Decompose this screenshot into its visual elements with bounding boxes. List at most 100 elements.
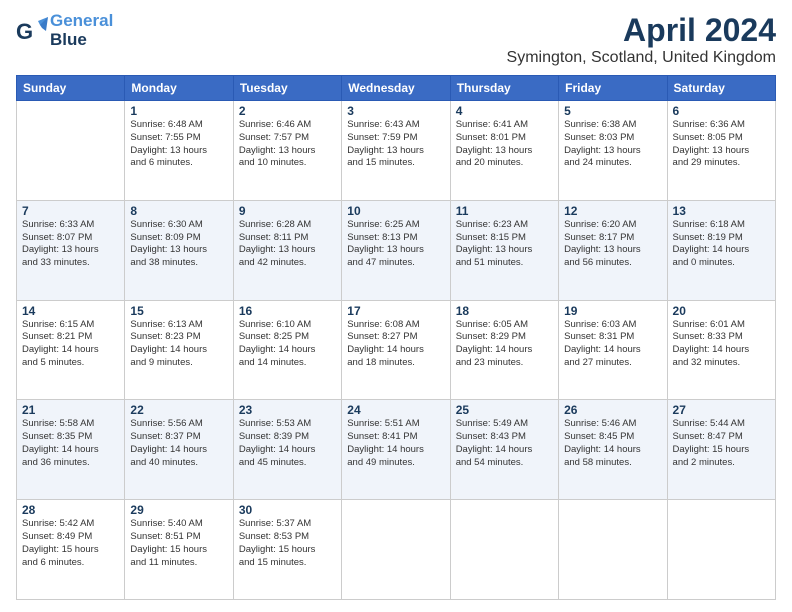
calendar-cell: 30Sunrise: 5:37 AMSunset: 8:53 PMDayligh… bbox=[233, 500, 341, 600]
day-detail: Sunrise: 5:46 AMSunset: 8:45 PMDaylight:… bbox=[564, 418, 661, 469]
calendar-cell bbox=[559, 500, 667, 600]
day-detail: Sunrise: 5:49 AMSunset: 8:43 PMDaylight:… bbox=[456, 418, 553, 469]
day-number: 2 bbox=[239, 104, 336, 118]
calendar-cell bbox=[450, 500, 558, 600]
main-title: April 2024 bbox=[507, 12, 776, 49]
day-detail: Sunrise: 6:01 AMSunset: 8:33 PMDaylight:… bbox=[673, 319, 770, 370]
day-number: 29 bbox=[130, 503, 227, 517]
svg-text:G: G bbox=[16, 19, 33, 44]
calendar-week-row: 28Sunrise: 5:42 AMSunset: 8:49 PMDayligh… bbox=[17, 500, 776, 600]
page: G General Blue April 2024 Symington, Sco… bbox=[0, 0, 792, 612]
calendar-cell: 23Sunrise: 5:53 AMSunset: 8:39 PMDayligh… bbox=[233, 400, 341, 500]
day-number: 1 bbox=[130, 104, 227, 118]
calendar-table: SundayMondayTuesdayWednesdayThursdayFrid… bbox=[16, 75, 776, 600]
day-detail: Sunrise: 6:36 AMSunset: 8:05 PMDaylight:… bbox=[673, 119, 770, 170]
day-header-thursday: Thursday bbox=[450, 76, 558, 101]
calendar-week-row: 21Sunrise: 5:58 AMSunset: 8:35 PMDayligh… bbox=[17, 400, 776, 500]
day-number: 11 bbox=[456, 204, 553, 218]
calendar-cell: 9Sunrise: 6:28 AMSunset: 8:11 PMDaylight… bbox=[233, 200, 341, 300]
calendar-cell: 2Sunrise: 6:46 AMSunset: 7:57 PMDaylight… bbox=[233, 101, 341, 201]
calendar-cell: 6Sunrise: 6:36 AMSunset: 8:05 PMDaylight… bbox=[667, 101, 775, 201]
day-number: 6 bbox=[673, 104, 770, 118]
day-number: 22 bbox=[130, 403, 227, 417]
day-detail: Sunrise: 6:03 AMSunset: 8:31 PMDaylight:… bbox=[564, 319, 661, 370]
calendar-cell: 5Sunrise: 6:38 AMSunset: 8:03 PMDaylight… bbox=[559, 101, 667, 201]
day-detail: Sunrise: 6:15 AMSunset: 8:21 PMDaylight:… bbox=[22, 319, 119, 370]
day-number: 7 bbox=[22, 204, 119, 218]
day-number: 12 bbox=[564, 204, 661, 218]
day-detail: Sunrise: 6:05 AMSunset: 8:29 PMDaylight:… bbox=[456, 319, 553, 370]
calendar-cell: 8Sunrise: 6:30 AMSunset: 8:09 PMDaylight… bbox=[125, 200, 233, 300]
day-number: 13 bbox=[673, 204, 770, 218]
day-number: 15 bbox=[130, 304, 227, 318]
calendar-cell: 15Sunrise: 6:13 AMSunset: 8:23 PMDayligh… bbox=[125, 300, 233, 400]
calendar-cell: 11Sunrise: 6:23 AMSunset: 8:15 PMDayligh… bbox=[450, 200, 558, 300]
logo: G General Blue bbox=[16, 12, 113, 49]
day-number: 19 bbox=[564, 304, 661, 318]
day-detail: Sunrise: 6:48 AMSunset: 7:55 PMDaylight:… bbox=[130, 119, 227, 170]
calendar-cell: 7Sunrise: 6:33 AMSunset: 8:07 PMDaylight… bbox=[17, 200, 125, 300]
calendar-cell bbox=[342, 500, 450, 600]
day-number: 17 bbox=[347, 304, 444, 318]
day-number: 30 bbox=[239, 503, 336, 517]
day-header-saturday: Saturday bbox=[667, 76, 775, 101]
calendar-week-row: 14Sunrise: 6:15 AMSunset: 8:21 PMDayligh… bbox=[17, 300, 776, 400]
day-detail: Sunrise: 6:25 AMSunset: 8:13 PMDaylight:… bbox=[347, 219, 444, 270]
day-number: 16 bbox=[239, 304, 336, 318]
day-detail: Sunrise: 6:18 AMSunset: 8:19 PMDaylight:… bbox=[673, 219, 770, 270]
day-detail: Sunrise: 6:30 AMSunset: 8:09 PMDaylight:… bbox=[130, 219, 227, 270]
day-header-tuesday: Tuesday bbox=[233, 76, 341, 101]
calendar-cell: 16Sunrise: 6:10 AMSunset: 8:25 PMDayligh… bbox=[233, 300, 341, 400]
day-header-friday: Friday bbox=[559, 76, 667, 101]
calendar-cell: 14Sunrise: 6:15 AMSunset: 8:21 PMDayligh… bbox=[17, 300, 125, 400]
logo-general: General bbox=[50, 12, 113, 31]
day-number: 9 bbox=[239, 204, 336, 218]
title-block: April 2024 Symington, Scotland, United K… bbox=[507, 12, 776, 67]
calendar-cell: 20Sunrise: 6:01 AMSunset: 8:33 PMDayligh… bbox=[667, 300, 775, 400]
day-detail: Sunrise: 6:23 AMSunset: 8:15 PMDaylight:… bbox=[456, 219, 553, 270]
calendar-cell: 21Sunrise: 5:58 AMSunset: 8:35 PMDayligh… bbox=[17, 400, 125, 500]
day-number: 27 bbox=[673, 403, 770, 417]
day-detail: Sunrise: 6:41 AMSunset: 8:01 PMDaylight:… bbox=[456, 119, 553, 170]
logo-blue: Blue bbox=[50, 31, 113, 50]
day-header-monday: Monday bbox=[125, 76, 233, 101]
day-number: 8 bbox=[130, 204, 227, 218]
calendar-cell bbox=[667, 500, 775, 600]
day-detail: Sunrise: 5:56 AMSunset: 8:37 PMDaylight:… bbox=[130, 418, 227, 469]
day-number: 14 bbox=[22, 304, 119, 318]
day-number: 26 bbox=[564, 403, 661, 417]
day-detail: Sunrise: 6:46 AMSunset: 7:57 PMDaylight:… bbox=[239, 119, 336, 170]
day-detail: Sunrise: 5:40 AMSunset: 8:51 PMDaylight:… bbox=[130, 518, 227, 569]
day-header-wednesday: Wednesday bbox=[342, 76, 450, 101]
calendar-cell: 22Sunrise: 5:56 AMSunset: 8:37 PMDayligh… bbox=[125, 400, 233, 500]
day-detail: Sunrise: 5:44 AMSunset: 8:47 PMDaylight:… bbox=[673, 418, 770, 469]
calendar-cell: 13Sunrise: 6:18 AMSunset: 8:19 PMDayligh… bbox=[667, 200, 775, 300]
day-detail: Sunrise: 5:37 AMSunset: 8:53 PMDaylight:… bbox=[239, 518, 336, 569]
day-number: 18 bbox=[456, 304, 553, 318]
day-header-sunday: Sunday bbox=[17, 76, 125, 101]
calendar-cell: 26Sunrise: 5:46 AMSunset: 8:45 PMDayligh… bbox=[559, 400, 667, 500]
day-detail: Sunrise: 6:33 AMSunset: 8:07 PMDaylight:… bbox=[22, 219, 119, 270]
calendar-cell: 10Sunrise: 6:25 AMSunset: 8:13 PMDayligh… bbox=[342, 200, 450, 300]
day-number: 10 bbox=[347, 204, 444, 218]
day-number: 25 bbox=[456, 403, 553, 417]
calendar-cell: 25Sunrise: 5:49 AMSunset: 8:43 PMDayligh… bbox=[450, 400, 558, 500]
subtitle: Symington, Scotland, United Kingdom bbox=[507, 49, 776, 67]
day-number: 21 bbox=[22, 403, 119, 417]
calendar-cell: 17Sunrise: 6:08 AMSunset: 8:27 PMDayligh… bbox=[342, 300, 450, 400]
day-number: 3 bbox=[347, 104, 444, 118]
day-detail: Sunrise: 6:28 AMSunset: 8:11 PMDaylight:… bbox=[239, 219, 336, 270]
calendar-cell: 3Sunrise: 6:43 AMSunset: 7:59 PMDaylight… bbox=[342, 101, 450, 201]
day-number: 24 bbox=[347, 403, 444, 417]
day-number: 20 bbox=[673, 304, 770, 318]
day-detail: Sunrise: 5:42 AMSunset: 8:49 PMDaylight:… bbox=[22, 518, 119, 569]
calendar-cell bbox=[17, 101, 125, 201]
calendar-cell: 28Sunrise: 5:42 AMSunset: 8:49 PMDayligh… bbox=[17, 500, 125, 600]
calendar-cell: 29Sunrise: 5:40 AMSunset: 8:51 PMDayligh… bbox=[125, 500, 233, 600]
logo-bird-icon: G bbox=[16, 15, 48, 47]
day-detail: Sunrise: 6:08 AMSunset: 8:27 PMDaylight:… bbox=[347, 319, 444, 370]
day-detail: Sunrise: 6:10 AMSunset: 8:25 PMDaylight:… bbox=[239, 319, 336, 370]
day-number: 5 bbox=[564, 104, 661, 118]
day-detail: Sunrise: 5:58 AMSunset: 8:35 PMDaylight:… bbox=[22, 418, 119, 469]
calendar-week-row: 7Sunrise: 6:33 AMSunset: 8:07 PMDaylight… bbox=[17, 200, 776, 300]
